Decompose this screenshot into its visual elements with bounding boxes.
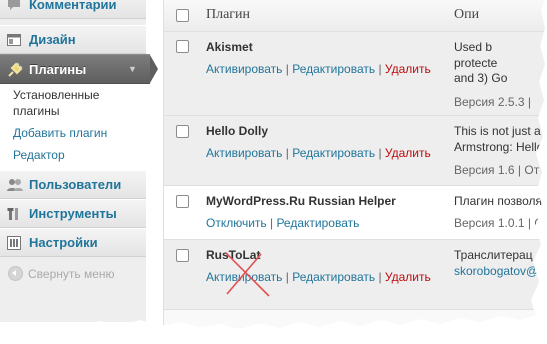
users-icon <box>7 178 23 192</box>
plugin-actions: Отключить | Редактировать <box>206 216 359 230</box>
submenu-add-plugin[interactable]: Добавить плагин <box>13 125 107 141</box>
row-checkbox[interactable] <box>176 40 189 53</box>
appearance-icon <box>7 33 21 47</box>
menu-users-label: Пользователи <box>29 177 122 192</box>
plugin-icon <box>7 62 23 77</box>
edit-link[interactable]: Редактировать <box>292 62 375 76</box>
menu-settings-label: Настройки <box>29 235 98 250</box>
plugin-name: Hello Dolly <box>206 124 269 138</box>
activate-link[interactable]: Активировать <box>206 146 282 160</box>
admin-sidebar: Комментарии Дизайн Плагины ▼ Установленн… <box>0 0 158 322</box>
comments-icon <box>7 0 21 12</box>
submenu-editor[interactable]: Редактор <box>13 147 65 163</box>
torn-edge-bottom <box>0 314 547 344</box>
plugin-name: MyWordPress.Ru Russian Helper <box>206 194 396 208</box>
plugin-name: Akismet <box>206 40 253 54</box>
chevron-down-icon[interactable]: ▼ <box>128 64 137 74</box>
edit-link[interactable]: Редактировать <box>292 146 375 160</box>
menu-tools-label: Инструменты <box>29 206 117 221</box>
row-checkbox[interactable] <box>176 195 189 208</box>
plugins-submenu: Установленные плагины Добавить плагин Ре… <box>0 84 146 171</box>
collapse-arrow-icon <box>8 266 23 281</box>
settings-icon <box>7 236 21 250</box>
cross-mark-icon <box>225 252 270 297</box>
menu-comments-label: Комментарии <box>29 0 117 12</box>
activate-link[interactable]: Активировать <box>206 62 282 76</box>
delete-link[interactable]: Удалить <box>385 270 431 284</box>
header-plugin: Плагин <box>206 7 251 22</box>
delete-link[interactable]: Удалить <box>385 146 431 160</box>
menu-plugins[interactable]: Плагины ▼ <box>0 54 158 84</box>
row-checkbox[interactable] <box>176 125 189 138</box>
menu-settings[interactable]: Настройки <box>0 228 146 257</box>
edit-link[interactable]: Редактировать <box>292 270 375 284</box>
menu-users[interactable]: Пользователи <box>0 170 146 199</box>
tools-icon <box>7 207 21 221</box>
menu-comments[interactable]: Комментарии <box>0 0 146 19</box>
submenu-installed-plugins[interactable]: Установленные плагины <box>13 87 133 119</box>
row-checkbox[interactable] <box>176 249 189 262</box>
edit-link[interactable]: Редактировать <box>276 216 359 230</box>
collapse-menu-label: Свернуть меню <box>28 267 115 281</box>
menu-plugins-label: Плагины <box>29 62 87 77</box>
select-all-checkbox[interactable] <box>176 9 189 22</box>
menu-tools[interactable]: Инструменты <box>0 199 146 228</box>
header-description: Опи <box>454 7 480 22</box>
menu-design[interactable]: Дизайн <box>0 25 146 54</box>
torn-edge-right <box>531 0 547 344</box>
plugin-actions: Активировать | Редактировать | Удалить <box>206 62 431 76</box>
delete-link[interactable]: Удалить <box>385 62 431 76</box>
collapse-menu-button[interactable]: Свернуть меню <box>8 266 115 281</box>
deactivate-link[interactable]: Отключить <box>206 216 267 230</box>
menu-design-label: Дизайн <box>29 32 76 47</box>
plugin-actions: Активировать | Редактировать | Удалить <box>206 146 431 160</box>
